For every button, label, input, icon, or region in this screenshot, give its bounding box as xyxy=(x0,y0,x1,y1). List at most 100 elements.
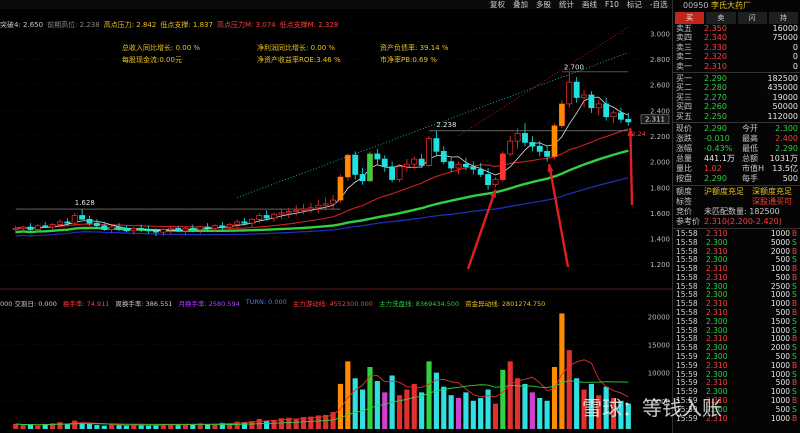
stat-value2: 500 xyxy=(782,173,798,183)
volume-bar xyxy=(116,425,122,429)
candle-body xyxy=(101,225,108,230)
stat-value2: 1031万 xyxy=(769,153,798,163)
candle-body xyxy=(573,81,580,98)
annotation-arrow xyxy=(466,189,497,270)
ask-volume: 16000 xyxy=(772,24,798,33)
fund-profit-growth: 净利润同比增长: 0.00 % xyxy=(257,44,336,52)
candle-body xyxy=(418,158,425,166)
candle-body xyxy=(470,166,477,170)
volume-bar xyxy=(522,383,528,429)
bid-row[interactable]: 买一 2.290 182500 xyxy=(673,74,800,83)
ma-white-line xyxy=(15,96,629,231)
candle-body xyxy=(123,227,130,232)
stat-value2: 2.300 xyxy=(775,123,798,133)
auction-value: 未匹配数量: 182500 xyxy=(704,206,780,216)
vol-delivery: 000 交割日: 0.000 xyxy=(0,300,57,308)
ref-price-row: 参考价 2.310(2.200-2.420) xyxy=(673,217,800,227)
candle-body xyxy=(256,215,263,220)
vol-turnover: 换手率: 74.911 xyxy=(62,300,110,308)
menu-f10[interactable]: F10 xyxy=(605,0,619,9)
candle-body xyxy=(212,225,218,229)
bid-row[interactable]: 买五 2.250 112000 xyxy=(673,112,800,121)
sell-button[interactable]: 卖 xyxy=(706,12,736,24)
candle-body xyxy=(204,226,211,229)
bid-label: 买二 xyxy=(676,83,692,93)
volume-bar xyxy=(86,423,93,429)
ask-row[interactable]: 卖三 2.330 0 xyxy=(673,43,800,52)
stat-key2: 每手 xyxy=(742,173,758,183)
ask-row[interactable]: 卖四 2.340 75000 xyxy=(673,33,800,42)
candle-body xyxy=(374,153,381,160)
ask-row[interactable]: 卖一 2.310 0 xyxy=(673,62,800,71)
ask-price: 2.320 xyxy=(704,52,727,62)
volume-bar xyxy=(455,398,462,429)
indicator-prior-high: 前期高位: 2.238 xyxy=(47,21,100,29)
volume-tick-label: 20000 xyxy=(648,313,670,321)
price-tick-label: 1.800 xyxy=(650,184,670,192)
menu-remove-watchlist[interactable]: -自选 xyxy=(650,0,668,9)
stock-title: 00950 李氏大药厂 xyxy=(673,0,800,12)
ask-row[interactable]: 卖二 2.320 0 xyxy=(673,52,800,61)
volume-bar xyxy=(544,400,550,429)
candle-body xyxy=(462,163,469,168)
position-button[interactable]: 持 xyxy=(768,12,798,24)
volume-ma-red xyxy=(15,359,629,426)
indicator-high-resistance: 高点压力: 2.842 xyxy=(103,21,157,29)
volume-bar xyxy=(182,424,189,429)
ask-label: 卖三 xyxy=(676,42,692,52)
stat-key2: 最低 xyxy=(742,143,758,153)
volume-bar xyxy=(20,425,26,429)
bid-label: 买五 xyxy=(676,111,692,121)
candle-body xyxy=(455,163,462,169)
stat-row: 涨跌 -0.010 最高 2.400 xyxy=(673,134,800,144)
volume-bar xyxy=(94,425,100,429)
volume-bar xyxy=(566,350,572,429)
ask-row[interactable]: 卖五 2.350 16000 xyxy=(673,24,800,33)
stat-key: 现价 xyxy=(676,123,692,133)
bid-row[interactable]: 买四 2.260 50000 xyxy=(673,102,800,111)
volume-tick-label: 15000 xyxy=(648,341,670,349)
candle-body xyxy=(522,133,528,143)
candle-body xyxy=(448,161,455,169)
quota-label: 额度 xyxy=(676,186,692,196)
bid-row[interactable]: 买二 2.280 435000 xyxy=(673,83,800,92)
volume-indicator-header: 000 交割日: 0.000 换手率: 74.911 周换手率: 386.551… xyxy=(0,298,545,308)
volume-bar xyxy=(64,424,70,429)
volume-bar xyxy=(145,425,152,429)
menu-mark[interactable]: 标记 xyxy=(627,0,642,9)
volume-bar xyxy=(57,422,63,429)
menu-multi-stock[interactable]: 多股 xyxy=(536,0,551,9)
tick-volume: 1000 xyxy=(770,413,790,423)
divider xyxy=(673,121,800,123)
candle-body xyxy=(271,213,277,219)
stat-value: 2.290 xyxy=(704,173,727,183)
label-low-price: 1.628 xyxy=(75,199,95,207)
kline-chart-area[interactable]: 3.000 2.800 2.600 2.400 2.200 2.000 1.800 1.600… xyxy=(0,9,672,433)
price-tick-label: 2.400 xyxy=(650,107,670,115)
candle-body xyxy=(285,211,292,214)
flash-button[interactable]: 闪 xyxy=(737,12,767,24)
chart-canvas[interactable]: 3.000 2.800 2.600 2.400 2.200 2.000 1.800 1.600… xyxy=(0,9,672,433)
fund-cash-flow: 每股现金流:0.00元 xyxy=(122,56,182,64)
stat-value: -0.43% xyxy=(704,143,733,153)
stat-value2: 2.400 xyxy=(775,133,798,143)
candle-body xyxy=(116,226,122,229)
candle-body xyxy=(581,94,587,98)
candle-body xyxy=(197,226,204,230)
candle-body xyxy=(263,215,270,219)
indicator-low-support-m: 低点支撑M: 2.328 xyxy=(279,21,339,29)
menu-draw-line[interactable]: 画线 xyxy=(582,0,597,9)
menu-overlay[interactable]: 叠加 xyxy=(513,0,528,9)
volume-bar xyxy=(35,425,41,429)
fund-revenue-growth: 总收入同比增长: 0.00 % xyxy=(122,44,201,52)
stat-key2: 总额 xyxy=(742,153,758,163)
highlight-candle xyxy=(345,155,351,177)
menu-fuquan[interactable]: 复权 xyxy=(490,0,505,9)
buy-button[interactable]: 买 xyxy=(675,12,705,24)
menu-stats[interactable]: 统计 xyxy=(559,0,574,9)
candle-body xyxy=(492,179,499,186)
ask-volume: 0 xyxy=(792,42,798,52)
bid-row[interactable]: 买三 2.270 19000 xyxy=(673,93,800,102)
candle-body xyxy=(293,209,300,212)
stat-value: 441.1万 xyxy=(704,153,735,163)
